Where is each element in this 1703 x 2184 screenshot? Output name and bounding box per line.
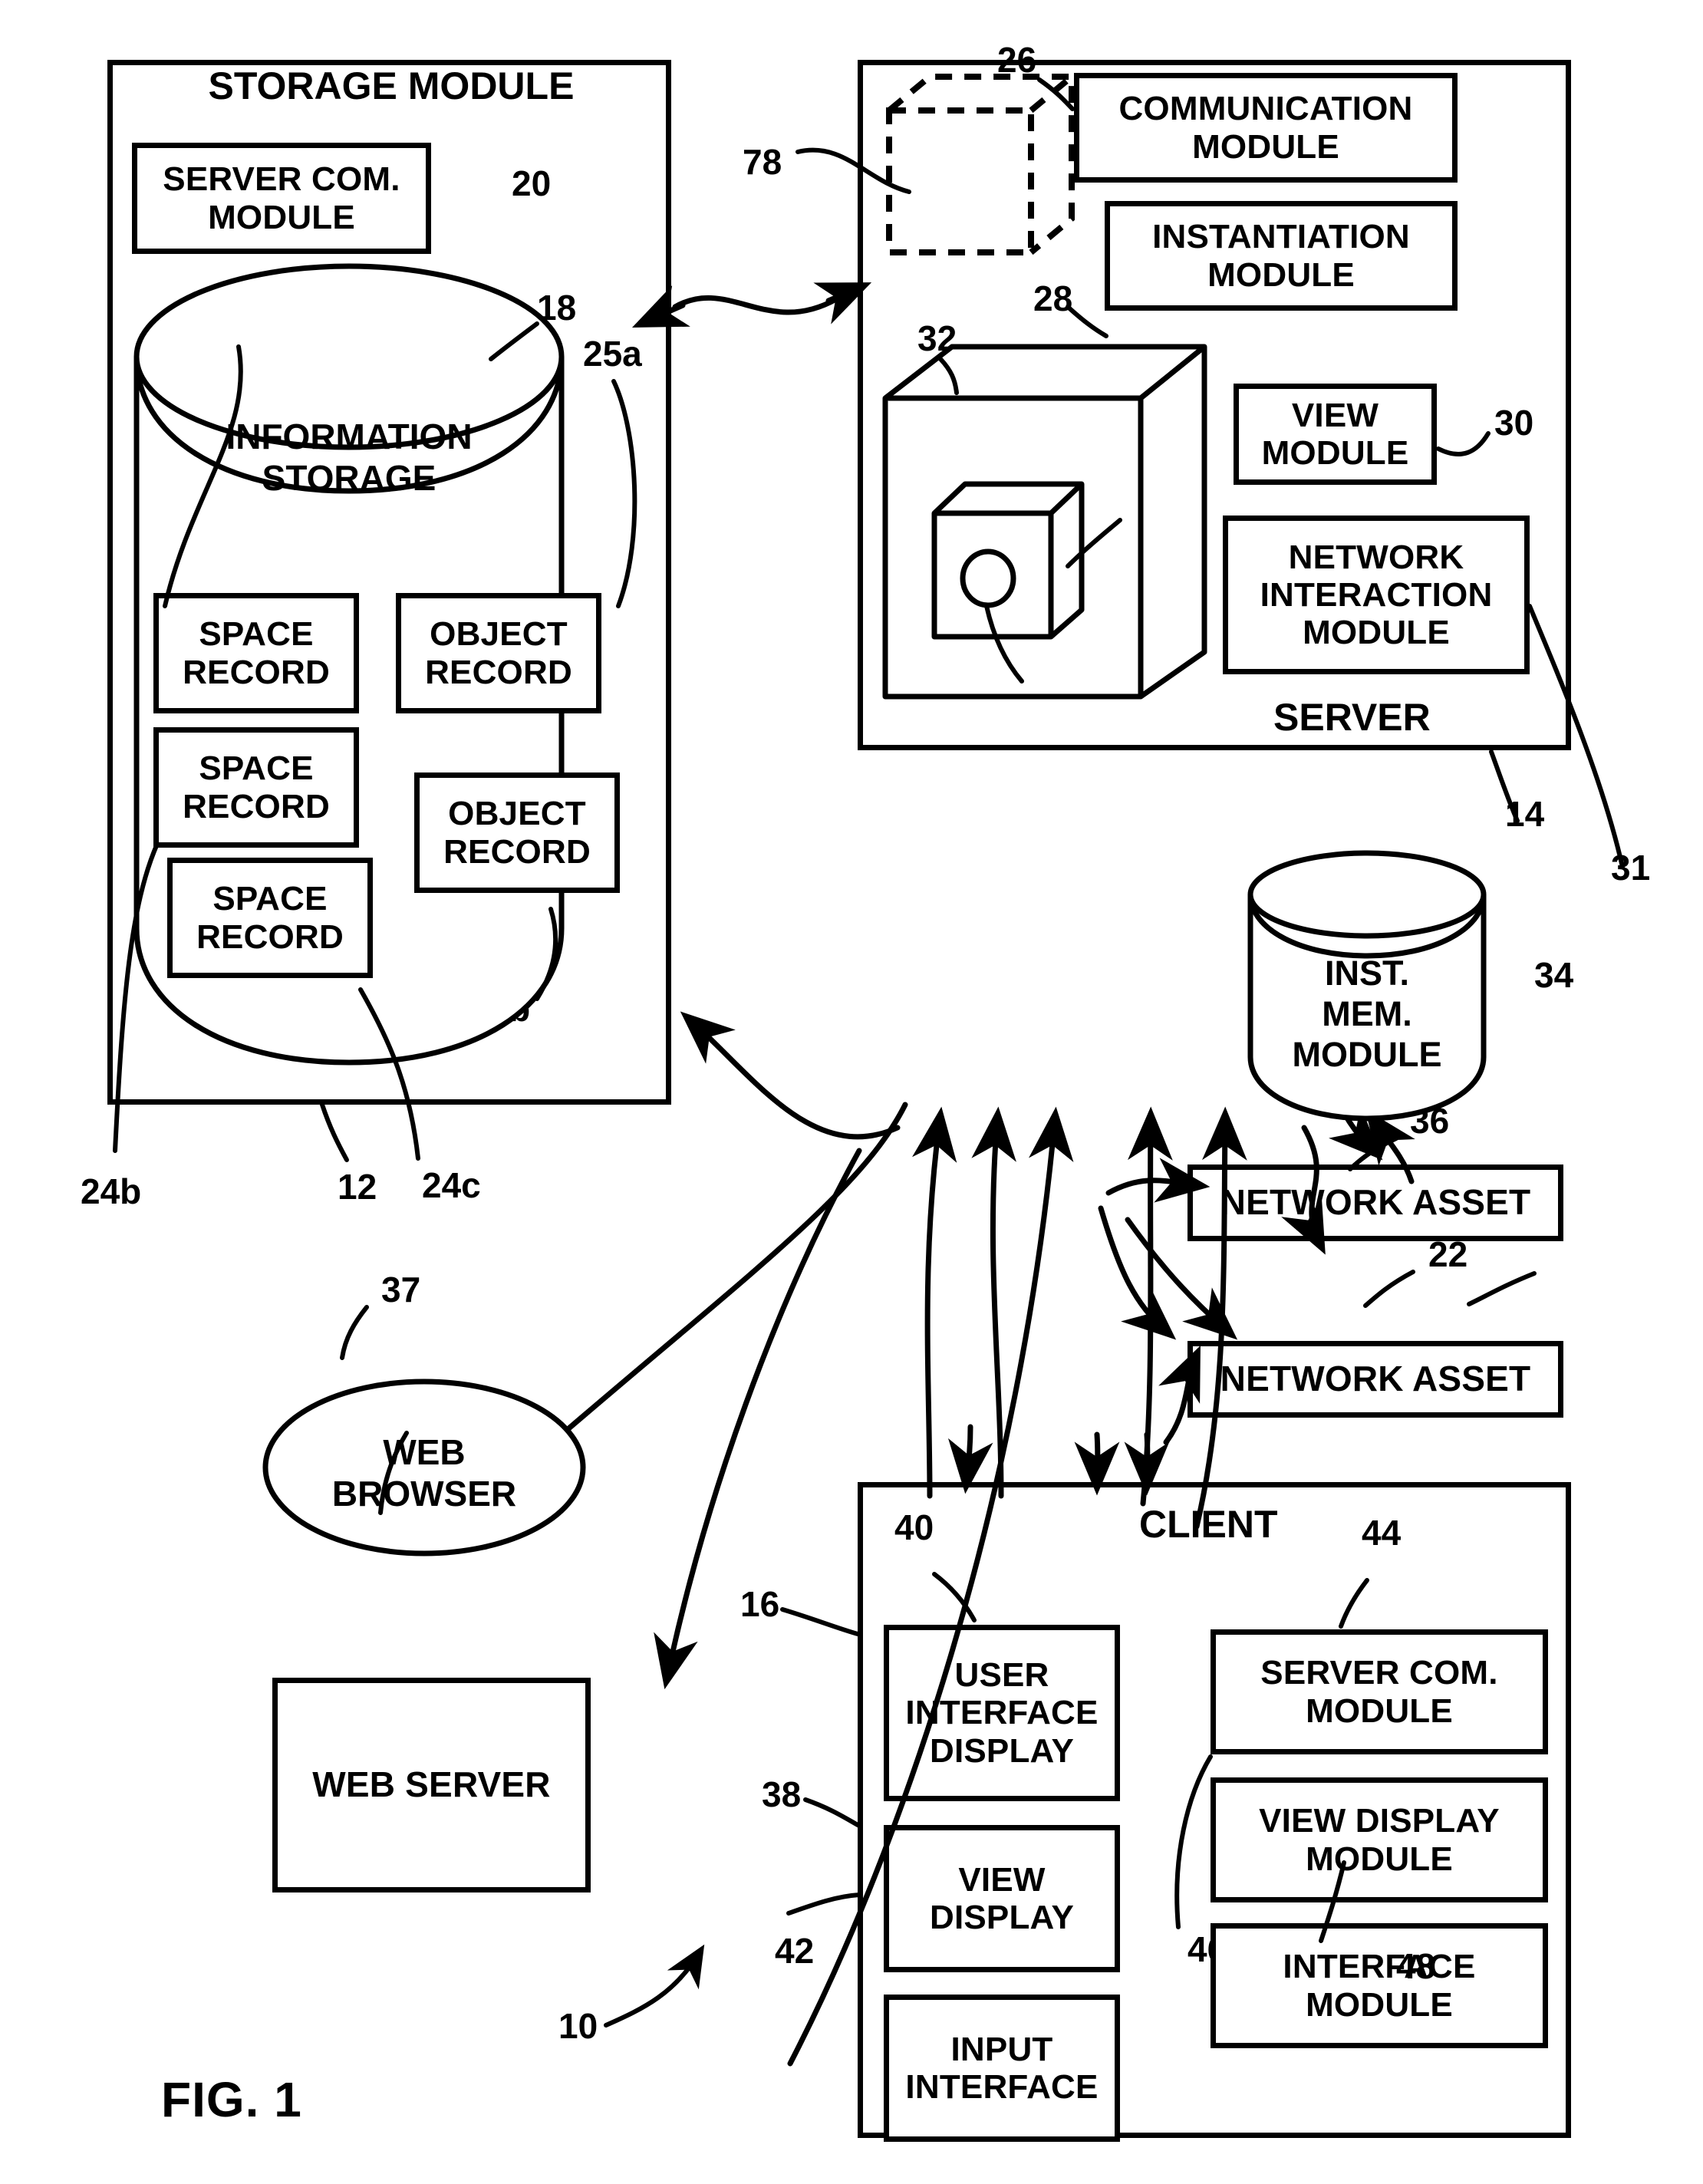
space-record-1-label: SPACE RECORD	[183, 615, 330, 691]
web-server-box: WEB SERVER	[272, 1678, 591, 1892]
ref-25a: 25a	[583, 334, 642, 374]
ref-24a: 24a	[207, 303, 266, 343]
instantiation-module-label: INSTANTIATION MODULE	[1152, 218, 1410, 294]
ref-37: 37	[381, 1270, 421, 1309]
input-interface: INPUT INTERFACE	[884, 1995, 1120, 2142]
ref-40: 40	[894, 1507, 934, 1547]
client-server-com-module-label: SERVER COM. MODULE	[1260, 1654, 1498, 1730]
view-module: VIEW MODULE	[1234, 384, 1437, 485]
server-title: SERVER	[1273, 696, 1431, 739]
network-interaction-module: NETWORK INTERACTION MODULE	[1223, 516, 1530, 674]
object-record-1: OBJECT RECORD	[396, 593, 601, 713]
client-server-com-module: SERVER COM. MODULE	[1211, 1629, 1548, 1754]
ref-34: 34	[1534, 955, 1574, 995]
ref-16: 16	[740, 1584, 780, 1624]
ref-18-label: 18	[537, 288, 577, 328]
view-display-module: VIEW DISPLAY MODULE	[1211, 1777, 1548, 1902]
network-asset-22: NETWORK ASSET	[1187, 1341, 1563, 1418]
ref-28: 28	[1033, 278, 1073, 318]
network-interaction-module-label: NETWORK INTERACTION MODULE	[1260, 538, 1493, 652]
ref-78: 78	[743, 142, 782, 182]
ref-32: 32	[917, 318, 957, 358]
ref-25b: 25b	[469, 989, 531, 1029]
object-record-2-label: OBJECT RECORD	[443, 795, 591, 871]
object-record-2: OBJECT RECORD	[414, 772, 620, 893]
ref-44: 44	[1362, 1513, 1402, 1553]
view-display-label: VIEW DISPLAY	[929, 1860, 1075, 1936]
ref-49: 49	[1122, 487, 1161, 527]
space-record-3-label: SPACE RECORD	[196, 880, 344, 956]
ref-42: 42	[775, 1931, 815, 1971]
ref-24c: 24c	[422, 1165, 481, 1205]
client-title: CLIENT	[1139, 1503, 1278, 1546]
ref-20: 20	[512, 163, 552, 203]
storage-module-title: STORAGE MODULE	[208, 64, 575, 107]
ref-48: 48	[1396, 1946, 1436, 1986]
ref-30: 30	[1494, 403, 1534, 443]
network-asset-36: NETWORK ASSET	[1187, 1164, 1563, 1241]
web-server-label: WEB SERVER	[312, 1764, 551, 1805]
space-record-2-label: SPACE RECORD	[183, 749, 330, 825]
ref-36: 36	[1410, 1101, 1450, 1141]
ref-31: 31	[1611, 848, 1651, 888]
interface-module-label: INTERFACE MODULE	[1283, 1948, 1476, 2024]
view-display: VIEW DISPLAY	[884, 1825, 1120, 1972]
storage-server-com-module-label: SERVER COM. MODULE	[163, 160, 400, 236]
user-interface-display-label: USER INTERFACE DISPLAY	[905, 1656, 1099, 1770]
interface-module: INTERFACE MODULE	[1211, 1923, 1548, 2048]
ref-22: 22	[1428, 1234, 1468, 1274]
view-module-label: VIEW MODULE	[1261, 396, 1409, 472]
object-record-1-label: OBJECT RECORD	[425, 615, 572, 691]
network-asset-22-label: NETWORK ASSET	[1220, 1359, 1531, 1399]
patent-figure-page: STORAGE MODULE SERVER COM. MODULE 20 INF…	[0, 0, 1703, 2184]
instantiation-module: INSTANTIATION MODULE	[1105, 201, 1458, 311]
storage-server-com-module: SERVER COM. MODULE	[132, 143, 431, 254]
ref-52: 52	[414, 1397, 454, 1437]
web-browser-label: WEB BROWSER	[331, 1432, 517, 1514]
communication-module-label: COMMUNICATION MODULE	[1118, 90, 1413, 166]
ref-14: 14	[1505, 794, 1545, 834]
communication-module: COMMUNICATION MODULE	[1074, 73, 1458, 183]
user-interface-display: USER INTERFACE DISPLAY	[884, 1625, 1120, 1801]
network-asset-36-label: NETWORK ASSET	[1220, 1182, 1531, 1223]
space-record-3: SPACE RECORD	[167, 858, 373, 978]
ref-50: 50	[1026, 661, 1066, 701]
figure-caption: FIG. 1	[161, 2072, 302, 2127]
information-storage-label: INFORMATION STORAGE	[226, 417, 473, 499]
ref-26: 26	[997, 40, 1037, 80]
inst-mem-module-label: INST. MEM. MODULE	[1292, 954, 1442, 1075]
ref-38: 38	[762, 1774, 802, 1814]
ref-10: 10	[558, 2006, 598, 2046]
ref-24b: 24b	[81, 1171, 142, 1211]
ref-12: 12	[338, 1167, 377, 1207]
space-record-1: SPACE RECORD	[153, 593, 359, 713]
space-record-2: SPACE RECORD	[153, 727, 359, 848]
input-interface-label: INPUT INTERFACE	[905, 2030, 1099, 2106]
view-display-module-label: VIEW DISPLAY MODULE	[1259, 1802, 1500, 1878]
